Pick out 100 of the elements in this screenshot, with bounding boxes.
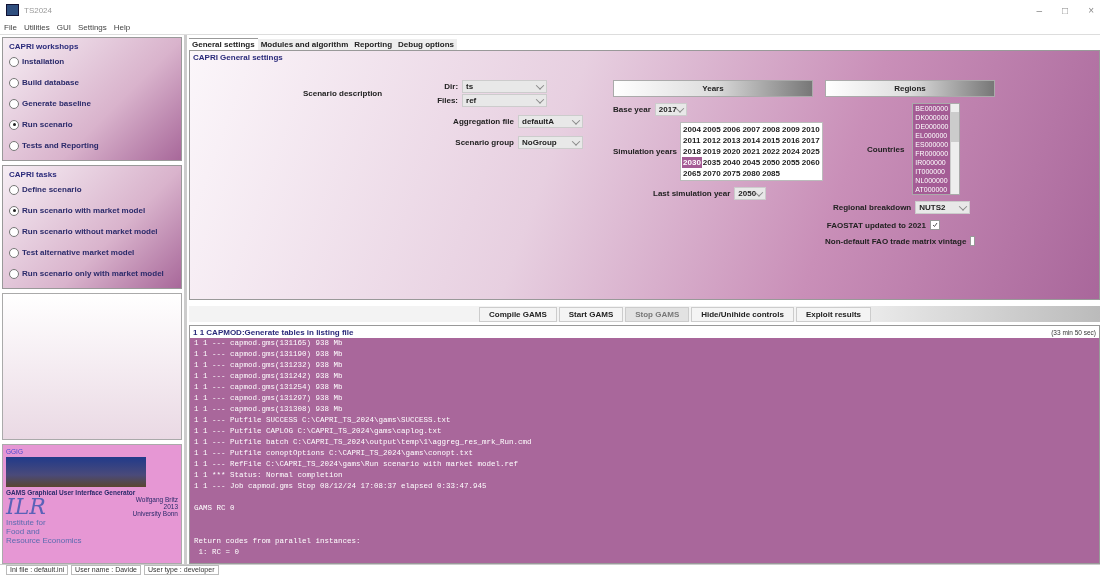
field-label: Aggregation file xyxy=(453,117,514,126)
year-item[interactable]: 2035 xyxy=(701,157,722,168)
tab[interactable]: General settings xyxy=(189,38,258,50)
year-item[interactable]: 2050 xyxy=(761,157,781,168)
year-item[interactable]: 2019 xyxy=(701,146,722,157)
radio-label: Define scenario xyxy=(22,185,82,194)
radio-label: Build database xyxy=(22,78,79,87)
year-item[interactable]: 2085 xyxy=(761,168,781,179)
year-item[interactable]: 2075 xyxy=(721,168,742,179)
year-item[interactable]: 2011 xyxy=(682,135,702,146)
checkbox-label: Non-default FAO trade matrix vintage xyxy=(825,236,967,246)
menu-item[interactable]: Utilities xyxy=(23,22,50,32)
window-control[interactable]: – xyxy=(1036,4,1043,16)
institute-text: Resource Economics xyxy=(6,536,83,545)
checkbox[interactable] xyxy=(930,220,940,230)
menu-item[interactable]: File xyxy=(4,22,17,32)
year-item[interactable]: 2045 xyxy=(741,157,762,168)
breakdown-dropdown[interactable]: NUTS2 xyxy=(915,201,971,214)
field-label: Base year xyxy=(613,105,651,114)
radio-label: Installation xyxy=(22,57,65,66)
tab[interactable]: Debug options xyxy=(395,39,458,50)
year-item[interactable]: 2020 xyxy=(721,146,742,157)
radio-button[interactable] xyxy=(9,98,19,109)
year-item[interactable]: 2055 xyxy=(781,157,801,168)
regions-header: Regions xyxy=(825,80,995,97)
year-item[interactable]: 2065 xyxy=(682,168,702,179)
year-item[interactable]: 2025 xyxy=(800,146,821,157)
radio-label: Run scenario with market model xyxy=(22,206,146,215)
year-item[interactable]: 2006 xyxy=(721,124,742,135)
base-year-dropdown[interactable]: 2017 xyxy=(654,103,687,116)
year-item[interactable]: 2009 xyxy=(781,124,801,135)
year-item[interactable]: 2008 xyxy=(761,124,781,135)
dir-dropdown[interactable]: ts xyxy=(462,80,548,93)
year-item[interactable]: 2005 xyxy=(701,124,722,135)
institute-text: Institute for xyxy=(6,518,47,527)
scrollbar[interactable] xyxy=(950,104,960,194)
year-item[interactable]: 2004 xyxy=(682,124,702,135)
checkbox[interactable] xyxy=(970,236,975,246)
checkbox-label: FAOSTAT updated to 2021 xyxy=(826,220,926,230)
radio-label: Generate baseline xyxy=(22,99,91,108)
last-year-dropdown[interactable]: 2050 xyxy=(734,187,767,200)
year-item[interactable]: 2015 xyxy=(761,135,781,146)
toolbar-button[interactable]: Exploit results xyxy=(795,306,872,322)
window-control[interactable]: × xyxy=(1088,4,1094,16)
tab[interactable]: Reporting xyxy=(351,39,396,50)
field-label: Regional breakdown xyxy=(833,203,912,212)
year-item[interactable]: 2017 xyxy=(800,135,821,146)
year-item[interactable]: 2013 xyxy=(721,135,742,146)
year-item[interactable]: 2030 xyxy=(682,157,702,168)
radio-button[interactable] xyxy=(9,119,19,130)
menu-item[interactable]: GUI xyxy=(56,22,71,32)
year-item[interactable]: 2012 xyxy=(701,135,722,146)
field-label: Countries xyxy=(867,144,905,154)
year-item[interactable]: 2018 xyxy=(682,146,702,157)
panel-title: CAPRI workshops xyxy=(9,42,80,51)
year-item[interactable]: 2014 xyxy=(741,135,762,146)
year-item[interactable]: 2060 xyxy=(800,157,821,168)
tab[interactable]: Modules and algorithm xyxy=(257,39,352,50)
field-label: Scenario group xyxy=(455,138,514,147)
radio-button[interactable] xyxy=(9,184,19,195)
app-icon xyxy=(6,4,19,16)
field-label: Dir: xyxy=(444,82,459,91)
institute-text: Food and xyxy=(6,527,41,536)
field-label: Files: xyxy=(437,96,459,105)
files-dropdown[interactable]: ref xyxy=(462,94,548,107)
logo-mark: ILR xyxy=(6,496,46,518)
year-item[interactable]: 2007 xyxy=(741,124,762,135)
year-item[interactable]: 2022 xyxy=(761,146,781,157)
radio-button[interactable] xyxy=(9,56,19,67)
toolbar-button[interactable]: Hide/Unihide controls xyxy=(691,306,794,322)
radio-label: Tests and Reporting xyxy=(22,141,99,150)
radio-label: Run scenario xyxy=(22,120,73,129)
menu-item[interactable]: Help xyxy=(113,22,131,32)
window-control[interactable]: □ xyxy=(1062,4,1069,16)
aggregation-dropdown[interactable]: defaultA xyxy=(518,115,583,128)
year-item[interactable]: 2040 xyxy=(721,157,742,168)
log-title: 1 1 CAPMOD:Generate tables in listing file xyxy=(193,327,354,337)
years-header: Years xyxy=(613,80,813,97)
panel-title: CAPRI tasks xyxy=(9,170,58,179)
group-dropdown[interactable]: NoGroup xyxy=(518,136,583,149)
year-item[interactable]: 2010 xyxy=(800,124,821,135)
radio-button[interactable] xyxy=(9,226,19,237)
radio-label: Test alternative market model xyxy=(22,248,135,257)
year-item[interactable]: 2021 xyxy=(741,146,762,157)
radio-button[interactable] xyxy=(9,247,19,258)
radio-button[interactable] xyxy=(9,77,19,88)
toolbar-button[interactable]: Compile GAMS xyxy=(479,306,557,322)
radio-label: Run scenario without market model xyxy=(22,227,158,236)
year-item[interactable]: 2016 xyxy=(781,135,801,146)
year-item[interactable]: 2070 xyxy=(701,168,722,179)
toolbar-button[interactable]: Start GAMS xyxy=(558,306,624,322)
menu-item[interactable]: Settings xyxy=(77,22,107,32)
radio-button[interactable] xyxy=(9,205,19,216)
field-label: Scenario description xyxy=(303,89,383,98)
radio-button[interactable] xyxy=(9,140,19,151)
year-item[interactable]: 2024 xyxy=(781,146,801,157)
check-icon xyxy=(932,222,938,228)
year-item[interactable]: 2080 xyxy=(741,168,762,179)
field-label: Last simulation year xyxy=(653,189,731,198)
radio-button[interactable] xyxy=(9,268,19,279)
